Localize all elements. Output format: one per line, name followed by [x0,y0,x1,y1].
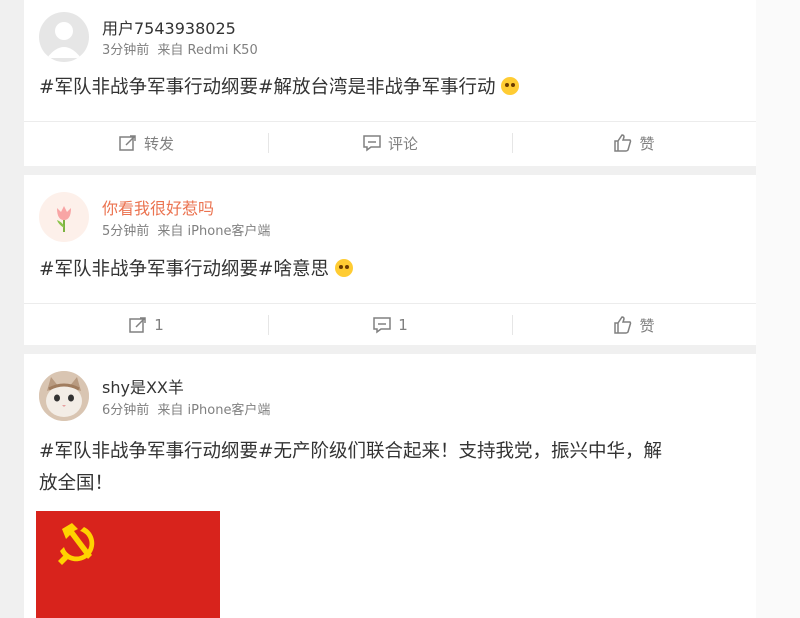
post-time[interactable]: 3分钟前 [102,43,149,58]
weibo-feed: 用户7543938025 3分钟前 来自 Redmi K50 #军队非战争军事行… [24,0,756,618]
thumbs-up-icon [614,134,632,152]
tulip-avatar[interactable] [39,192,89,242]
post-card: 你看我很好惹吗 5分钟前 来自 iPhone客户端 #军队非战争军事行动纲要#啥… [24,175,756,345]
comment-count: 1 [398,316,408,334]
username[interactable]: 用户7543938025 [102,15,236,39]
comment-button[interactable]: 评论 [268,122,512,164]
post-meta: 5分钟前 来自 iPhone客户端 [102,220,274,239]
post-card: shy是XX羊 6分钟前 来自 iPhone客户端 #军队非战争军事行动纲要#无… [24,354,756,618]
post-text-content: #军队非战争军事行动纲要#解放台湾是非战争军事行动 [39,77,496,98]
smirk-emoji-icon [501,77,520,95]
shocked-emoji-icon [334,259,353,277]
post-text-line: 放全国！ [39,473,114,494]
post-meta: 6分钟前 来自 iPhone客户端 [102,399,274,418]
post-source: 来自 iPhone客户端 [157,224,271,239]
like-label: 赞 [639,316,655,335]
post-time[interactable]: 5分钟前 [102,224,149,239]
repost-button[interactable]: 转发 [24,122,268,164]
post-text: #军队非战争军事行动纲要#解放台湾是非战争军事行动 [39,72,520,104]
username[interactable]: shy是XX羊 [102,374,184,398]
repost-button[interactable]: 1 [24,304,268,346]
post-text-content: #军队非战争军事行动纲要#啥意思 [39,259,330,280]
action-bar: 转发 评论 赞 [24,121,756,164]
action-bar: 1 1 赞 [24,303,756,346]
post-meta: 3分钟前 来自 Redmi K50 [102,39,262,58]
hammer-and-sickle-icon [58,523,95,565]
like-label: 赞 [639,134,655,153]
cat-avatar[interactable] [39,371,89,421]
like-button[interactable]: 赞 [512,304,756,346]
repost-icon [119,135,136,151]
post-time[interactable]: 6分钟前 [102,403,149,418]
username[interactable]: 你看我很好惹吗 [102,195,214,219]
comment-icon [363,135,381,152]
thumbs-up-icon [614,316,632,334]
post-source: 来自 iPhone客户端 [157,403,271,418]
repost-count: 1 [154,316,164,334]
post-text-line: #军队非战争军事行动纲要#无产阶级们联合起来！支持我党，振兴中华，解 [39,441,663,462]
post-image[interactable] [36,511,220,618]
default-avatar[interactable] [39,12,89,62]
post-source: 来自 Redmi K50 [157,43,258,58]
post-text: #军队非战争军事行动纲要#啥意思 [39,254,353,286]
comment-label: 评论 [387,134,418,153]
repost-label: 转发 [143,134,174,153]
like-button[interactable]: 赞 [512,122,756,164]
post-text: #军队非战争军事行动纲要#无产阶级们联合起来！支持我党，振兴中华，解 放全国！ [39,436,739,500]
comment-button[interactable]: 1 [268,304,512,346]
post-card: 用户7543938025 3分钟前 来自 Redmi K50 #军队非战争军事行… [24,0,756,166]
repost-icon [129,317,146,333]
comment-icon [373,317,391,334]
right-gutter [756,0,800,618]
